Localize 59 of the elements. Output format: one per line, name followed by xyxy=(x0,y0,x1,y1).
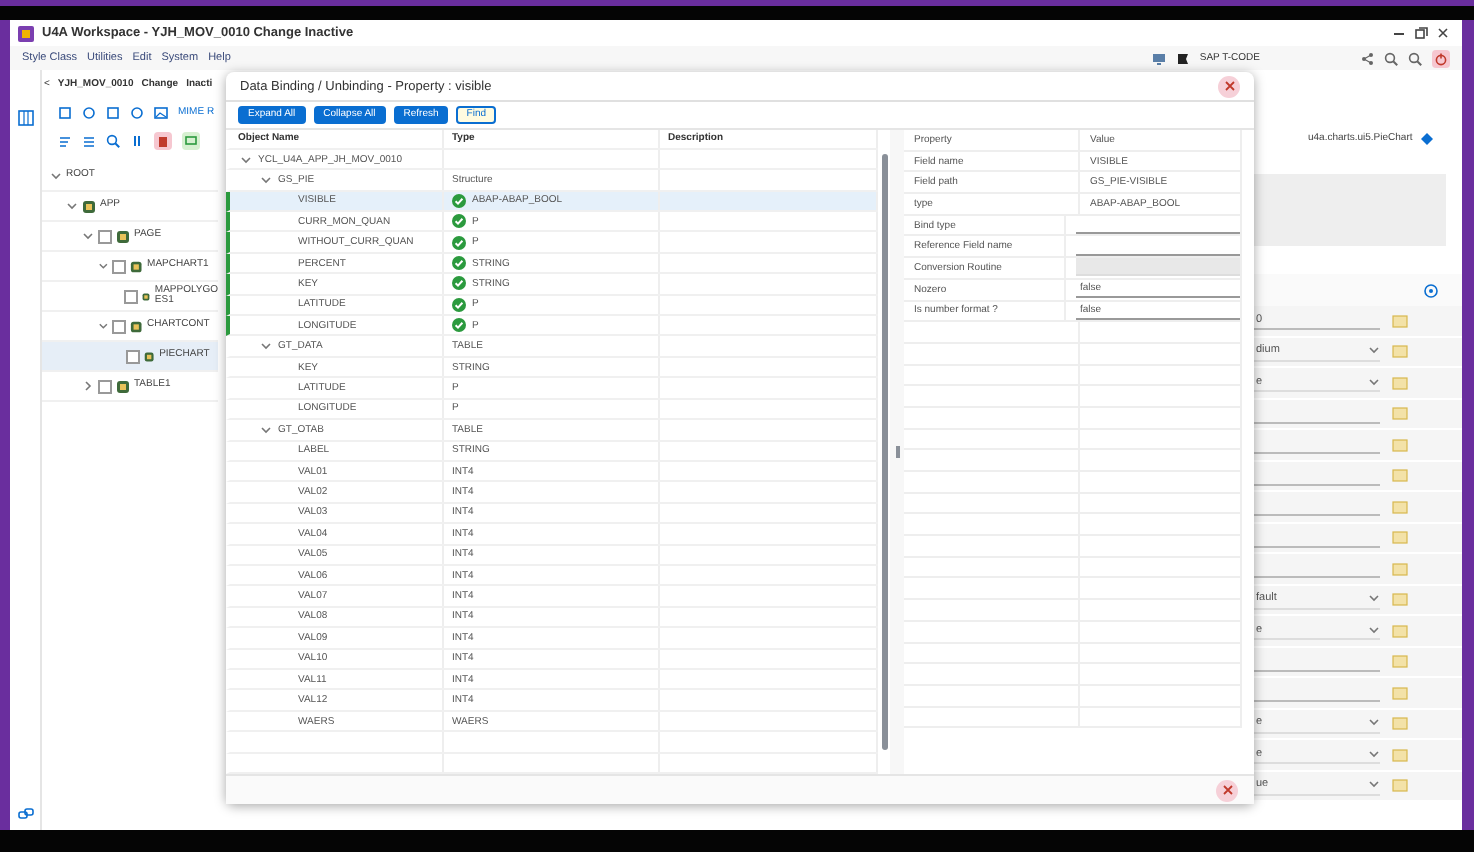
node-icon xyxy=(116,379,130,393)
close-icon xyxy=(1221,784,1233,796)
pause-icon[interactable] xyxy=(130,133,144,147)
share-icon[interactable] xyxy=(1360,51,1374,65)
close-icon[interactable] xyxy=(1436,26,1450,40)
caret-icon xyxy=(1368,375,1380,388)
check-icon xyxy=(452,256,466,271)
check-icon xyxy=(452,276,466,291)
comment-icon[interactable] xyxy=(182,131,200,149)
scrollbar[interactable] xyxy=(881,154,887,750)
app-logo-icon xyxy=(18,25,34,41)
node-icon xyxy=(82,199,96,213)
list-icon[interactable] xyxy=(82,133,96,147)
caret-icon xyxy=(1368,592,1380,605)
checkbox[interactable] xyxy=(112,319,127,333)
caret-icon xyxy=(1368,623,1380,636)
check-icon xyxy=(452,297,466,312)
caret-icon xyxy=(1368,716,1380,729)
zoom-icon[interactable] xyxy=(1384,51,1398,65)
collapse-icon[interactable] xyxy=(50,170,62,182)
collapse-icon[interactable] xyxy=(82,230,94,242)
collapse-icon[interactable] xyxy=(260,423,272,436)
checkbox[interactable] xyxy=(126,349,141,363)
node-icon xyxy=(116,229,130,243)
link-icon[interactable] xyxy=(17,806,33,822)
caret-icon xyxy=(1368,778,1380,791)
close-button[interactable] xyxy=(1218,75,1240,97)
delete-icon[interactable] xyxy=(154,131,172,149)
collapse-icon[interactable] xyxy=(260,340,272,353)
check-icon xyxy=(452,235,466,250)
columns-icon[interactable] xyxy=(17,110,33,126)
search-icon[interactable] xyxy=(106,133,120,147)
collapse-icon[interactable] xyxy=(66,200,78,212)
check-icon xyxy=(452,318,466,333)
checkbox[interactable] xyxy=(98,229,112,243)
collapse-icon[interactable] xyxy=(98,260,109,272)
splitter-handle[interactable] xyxy=(895,446,899,458)
checkbox[interactable] xyxy=(112,259,127,273)
close-button[interactable] xyxy=(1216,779,1238,801)
caret-icon xyxy=(1368,344,1380,357)
restore-icon[interactable] xyxy=(1414,26,1428,40)
caret-icon xyxy=(1368,747,1380,760)
check-icon xyxy=(452,214,466,229)
collapse-icon[interactable] xyxy=(98,320,109,332)
node-icon xyxy=(144,349,156,363)
node-icon xyxy=(142,289,151,303)
expand-icon[interactable] xyxy=(82,380,94,392)
power-icon[interactable] xyxy=(1432,49,1450,67)
checkbox[interactable] xyxy=(124,289,139,303)
search-icon[interactable] xyxy=(1408,51,1422,65)
node-icon xyxy=(130,259,144,273)
flag-icon[interactable] xyxy=(1175,51,1190,65)
close-icon xyxy=(1223,80,1235,92)
monitor-icon[interactable] xyxy=(1151,51,1166,65)
check-icon xyxy=(452,193,466,208)
image-icon[interactable] xyxy=(154,105,168,119)
checkbox[interactable] xyxy=(98,379,112,393)
sort-icon[interactable] xyxy=(58,133,72,147)
node-icon xyxy=(130,319,144,333)
